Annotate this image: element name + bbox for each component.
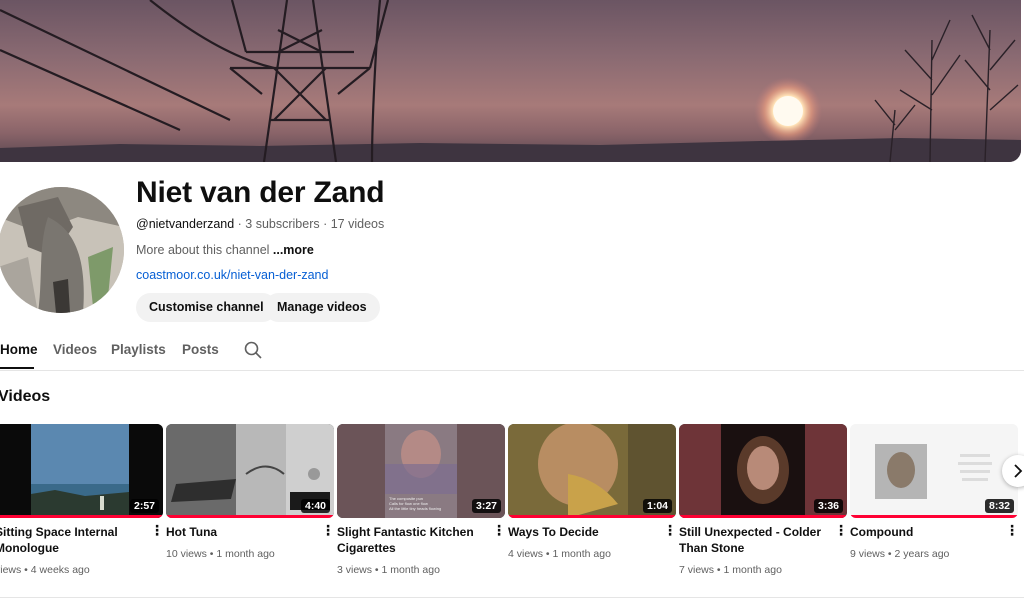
tab-home[interactable]: Home [0, 342, 38, 357]
video-title[interactable]: Compound [850, 524, 995, 540]
video-thumbnail[interactable]: 2:57 [0, 424, 163, 518]
channel-tabs: Home Videos Playlists Posts [0, 336, 1024, 371]
video-thumbnail[interactable]: 4:40 [166, 424, 334, 518]
video-title[interactable]: Ways To Decide [508, 524, 653, 540]
customise-channel-button[interactable]: Customise channel [136, 293, 277, 322]
chevron-right-icon [1014, 464, 1023, 478]
search-icon[interactable] [244, 341, 262, 364]
thumbnail-caption: The composite pun Calls for flow one flo… [389, 496, 441, 511]
watch-progress [166, 515, 334, 518]
channel-banner [0, 0, 1021, 162]
watch-progress [508, 515, 676, 518]
more-vert-icon[interactable]: ⋮ [150, 523, 164, 539]
video-thumbnail[interactable]: 8:32 [850, 424, 1018, 518]
video-count: · 17 videos [319, 217, 385, 231]
view-count: 4 views [508, 548, 544, 560]
more-vert-icon[interactable]: ⋮ [1005, 523, 1019, 539]
channel-about[interactable]: More about this channel ...more [136, 243, 314, 257]
video-meta: 10 views • 1 month ago [166, 548, 275, 560]
upload-age: 2 years ago [894, 548, 950, 560]
channel-link[interactable]: coastmoor.co.uk/niet-van-der-zand [136, 268, 328, 282]
upload-age: 1 month ago [216, 548, 275, 560]
avatar-image [0, 187, 124, 313]
video-thumbnail[interactable]: The composite pun Calls for flow one flo… [337, 424, 505, 518]
upload-age: 4 weeks ago [30, 564, 90, 576]
tab-videos[interactable]: Videos [53, 342, 97, 357]
watch-progress [0, 515, 163, 518]
more-vert-icon[interactable]: ⋮ [834, 523, 848, 539]
video-card[interactable]: The composite pun Calls for flow one flo… [337, 424, 506, 576]
channel-avatar[interactable] [0, 187, 124, 313]
video-thumbnail[interactable]: 3:36 [679, 424, 847, 518]
about-text: More about this channel [136, 243, 273, 257]
video-title[interactable]: Hot Tuna [166, 524, 311, 540]
video-duration: 8:32 [984, 499, 1014, 513]
channel-title: Niet van der Zand [136, 176, 385, 209]
video-duration: 3:27 [471, 499, 501, 513]
banner-image [0, 0, 1021, 162]
video-duration: 4:40 [300, 499, 330, 513]
video-meta: views • 4 weeks ago [0, 564, 90, 576]
upload-age: 1 month ago [723, 564, 782, 576]
video-title[interactable]: Sitting Space Internal Monologue [0, 524, 140, 556]
more-vert-icon[interactable]: ⋮ [321, 523, 335, 539]
view-count: 10 views [166, 548, 207, 560]
thumbnail-caption-line: All the little tiny heads flowing [389, 506, 442, 511]
more-link[interactable]: ...more [273, 243, 314, 257]
view-count: views [0, 564, 22, 576]
video-title[interactable]: Slight Fantastic Kitchen Cigarettes [337, 524, 482, 556]
active-tab-indicator [0, 367, 34, 369]
video-card[interactable]: 2:57 Sitting Space Internal Monologue ⋮ … [0, 424, 164, 576]
video-card[interactable]: 1:04 Ways To Decide ⋮ 4 views • 1 month … [508, 424, 677, 560]
tab-posts[interactable]: Posts [182, 342, 219, 357]
video-title[interactable]: Still Unexpected - Colder Than Stone [679, 524, 824, 556]
upload-age: 1 month ago [381, 564, 440, 576]
more-vert-icon[interactable]: ⋮ [663, 523, 677, 539]
video-meta: 7 views • 1 month ago [679, 564, 782, 576]
more-vert-icon[interactable]: ⋮ [492, 523, 506, 539]
video-meta: 4 views • 1 month ago [508, 548, 611, 560]
video-card[interactable]: 8:32 Compound ⋮ 9 views • 2 years ago [850, 424, 1019, 560]
video-thumbnail[interactable]: 1:04 [508, 424, 676, 518]
view-count: 7 views [679, 564, 715, 576]
videos-section-title: Videos [0, 388, 51, 405]
carousel-next-button[interactable] [1002, 455, 1024, 487]
video-duration: 1:04 [642, 499, 672, 513]
subscriber-count: · 3 subscribers [234, 217, 320, 231]
video-duration: 2:57 [129, 499, 159, 513]
channel-meta: @nietvanderzand · 3 subscribers · 17 vid… [136, 217, 384, 231]
video-card[interactable]: 4:40 Hot Tuna ⋮ 10 views • 1 month ago [166, 424, 335, 560]
video-duration: 3:36 [813, 499, 843, 513]
watch-progress [679, 515, 847, 518]
manage-videos-button[interactable]: Manage videos [264, 293, 380, 322]
upload-age: 1 month ago [552, 548, 611, 560]
channel-handle: @nietvanderzand [136, 217, 235, 231]
view-count: 3 views [337, 564, 373, 576]
watch-progress [850, 515, 1018, 518]
video-card[interactable]: 3:36 Still Unexpected - Colder Than Ston… [679, 424, 848, 576]
video-meta: 3 views • 1 month ago [337, 564, 440, 576]
tab-playlists[interactable]: Playlists [111, 342, 166, 357]
view-count: 9 views [850, 548, 886, 560]
video-meta: 9 views • 2 years ago [850, 548, 950, 560]
